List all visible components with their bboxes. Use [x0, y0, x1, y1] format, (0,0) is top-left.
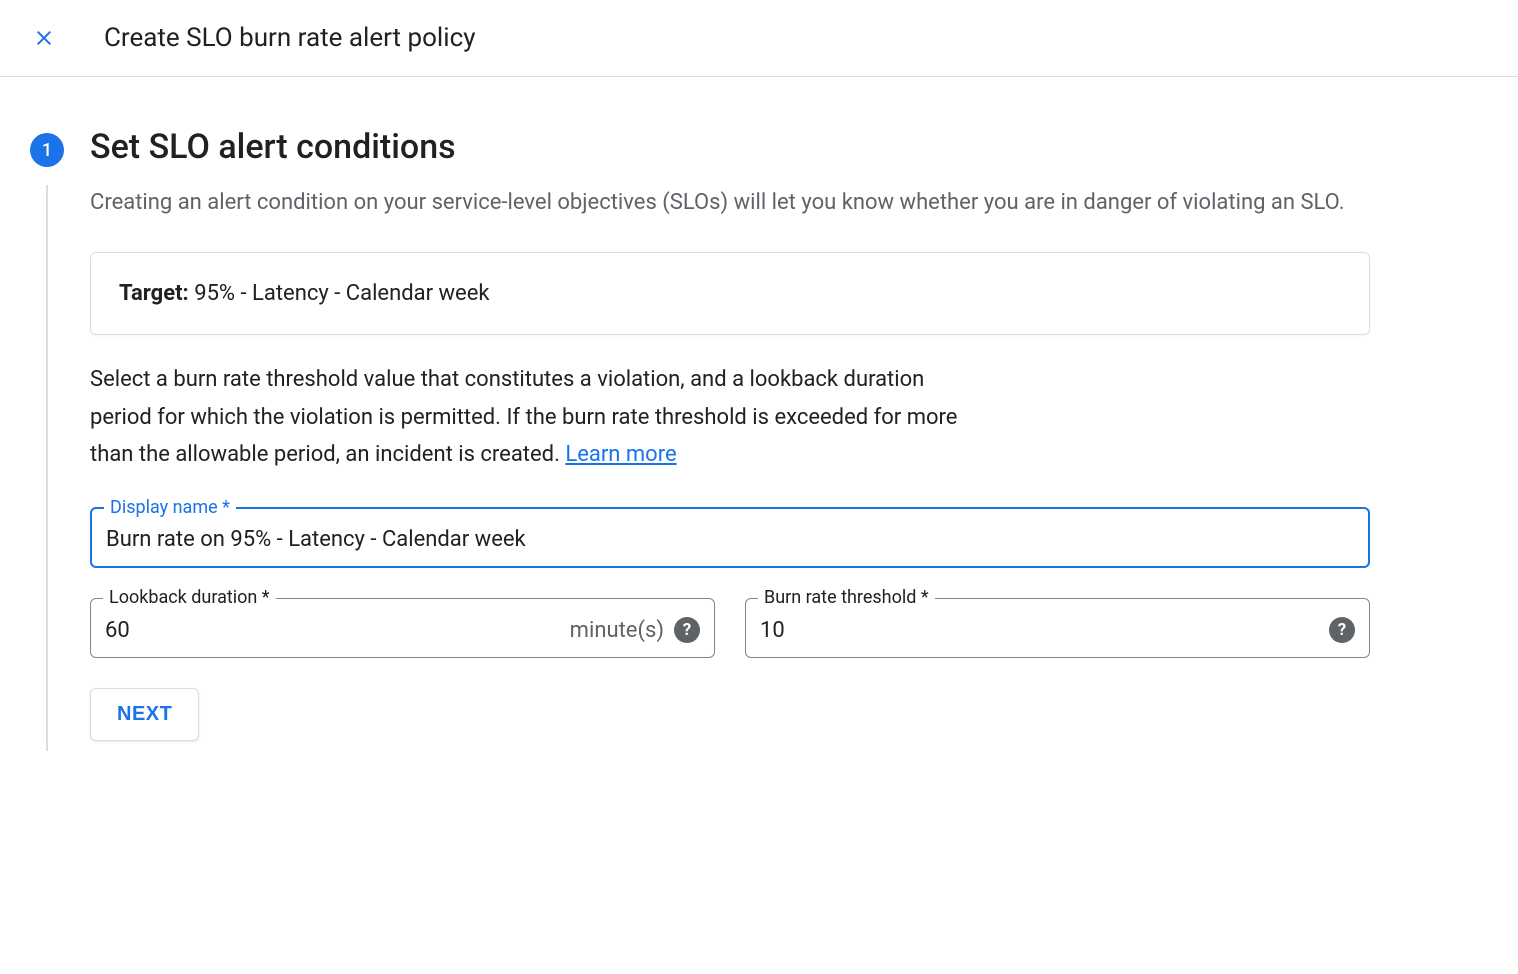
learn-more-link[interactable]: Learn more	[565, 442, 676, 467]
threshold-label: Burn rate threshold *	[758, 587, 935, 608]
page-title: Create SLO burn rate alert policy	[104, 23, 476, 53]
lookback-input[interactable]	[105, 618, 560, 643]
display-name-field-wrapper[interactable]: Display name *	[90, 507, 1370, 568]
lookback-label: Lookback duration *	[103, 587, 276, 608]
lookback-suffix: minute(s)	[570, 618, 664, 643]
help-icon[interactable]: ?	[1329, 617, 1355, 643]
threshold-field-wrapper[interactable]: Burn rate threshold * ?	[745, 598, 1370, 658]
step-description: Creating an alert condition on your serv…	[90, 185, 1370, 220]
help-icon[interactable]: ?	[674, 617, 700, 643]
step-connector-line	[46, 185, 48, 751]
lookback-field-wrapper[interactable]: Lookback duration * minute(s) ?	[90, 598, 715, 658]
next-button[interactable]: NEXT	[90, 688, 199, 741]
target-card: Target: 95% - Latency - Calendar week	[90, 252, 1370, 335]
close-icon	[32, 26, 56, 50]
target-value: 95% - Latency - Calendar week	[189, 281, 490, 306]
step-title: Set SLO alert conditions	[90, 127, 1370, 167]
instruction-text: Select a burn rate threshold value that …	[90, 361, 990, 473]
threshold-input[interactable]	[760, 618, 1319, 643]
close-button[interactable]	[24, 18, 64, 58]
step-number-badge: 1	[30, 133, 64, 167]
display-name-input[interactable]	[106, 527, 1354, 552]
display-name-label: Display name *	[104, 497, 236, 518]
target-label: Target:	[119, 281, 189, 306]
